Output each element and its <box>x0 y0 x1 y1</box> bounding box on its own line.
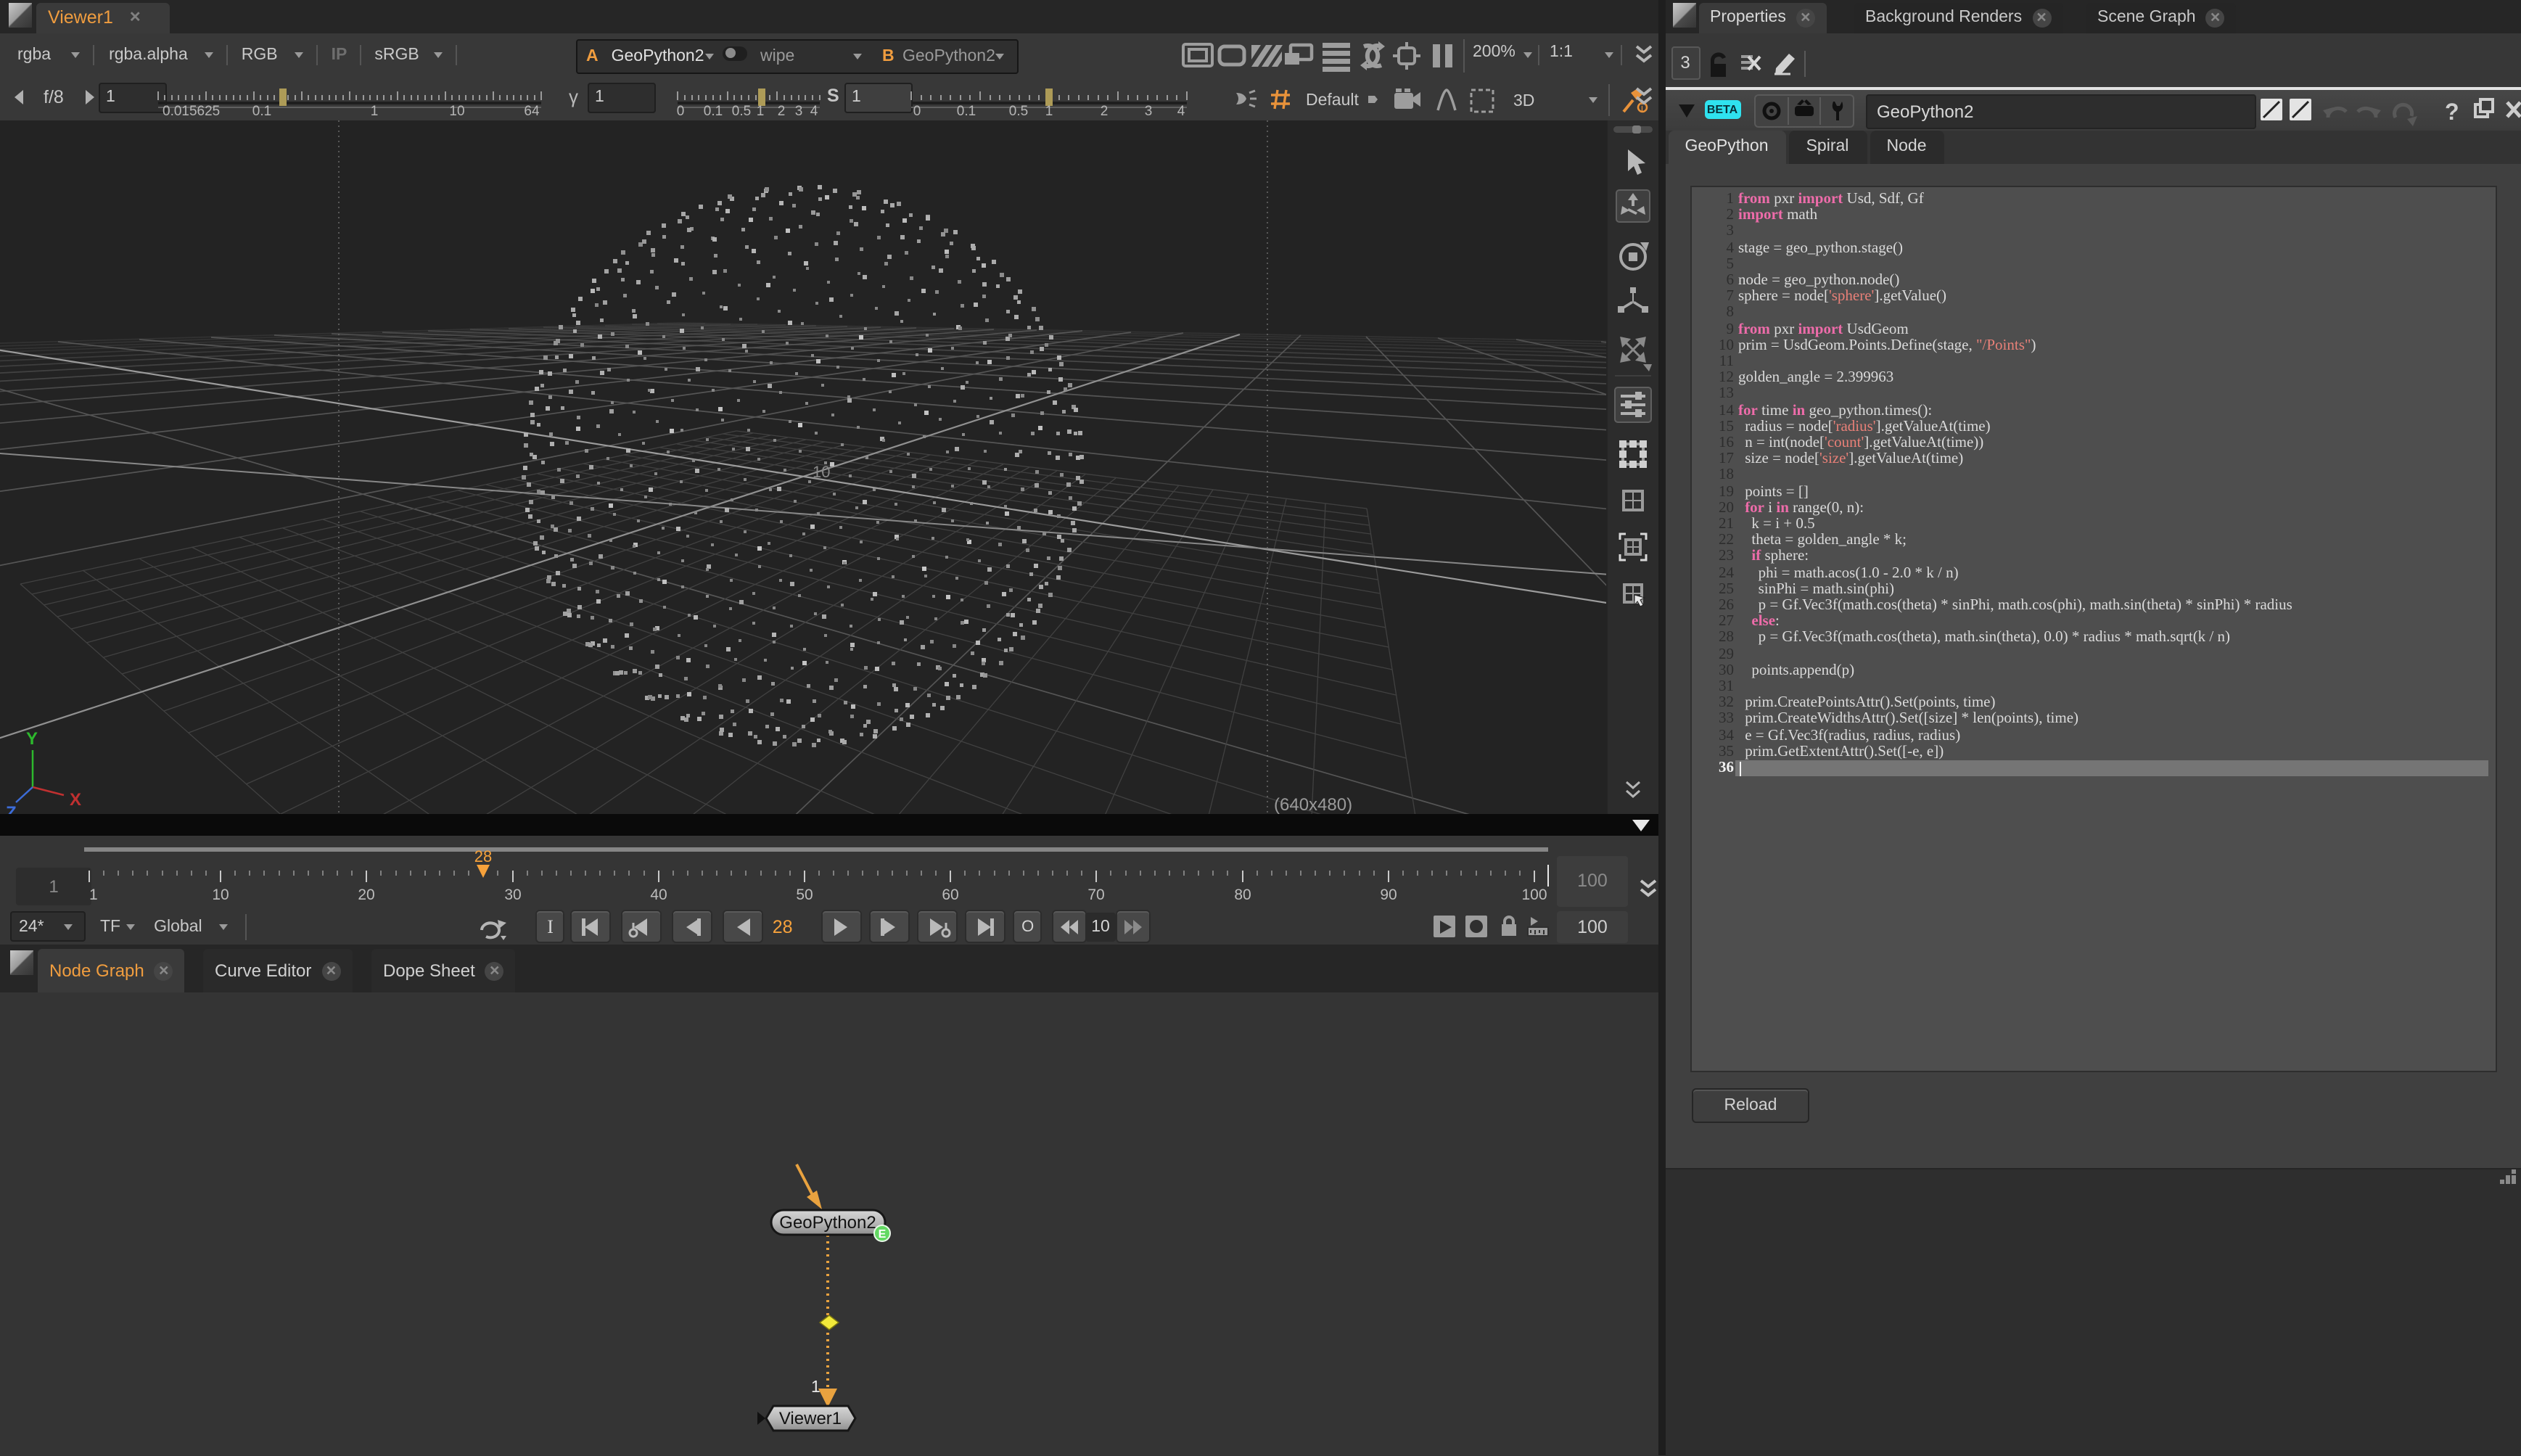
svg-text:Y: Y <box>26 728 38 748</box>
svg-text:20: 20 <box>358 887 374 903</box>
svg-text:4: 4 <box>810 104 818 116</box>
svg-text:1: 1 <box>1045 104 1053 116</box>
svg-text:0: 0 <box>913 104 921 116</box>
svg-text:Default: Default <box>1306 90 1359 109</box>
svg-text:0: 0 <box>677 104 685 116</box>
svg-text:3D: 3D <box>1513 91 1534 110</box>
svg-text:4: 4 <box>1177 104 1185 116</box>
svg-text:?: ? <box>2444 99 2459 125</box>
svg-text:3: 3 <box>795 104 803 116</box>
svg-text:GeoPython2: GeoPython2 <box>779 1213 876 1233</box>
svg-text:64: 64 <box>524 104 540 116</box>
svg-text:0.5: 0.5 <box>1009 104 1028 116</box>
svg-text:3: 3 <box>1145 104 1153 116</box>
svg-text:Viewer1: Viewer1 <box>779 1409 842 1428</box>
svg-text:2: 2 <box>1101 104 1109 116</box>
svg-text:0.1: 0.1 <box>704 104 723 116</box>
svg-text:90: 90 <box>1380 887 1397 903</box>
svg-text:0.1: 0.1 <box>957 104 976 116</box>
svg-text:10: 10 <box>212 887 229 903</box>
svg-text:28: 28 <box>474 847 492 865</box>
svg-text:X: X <box>70 789 81 809</box>
svg-text:0.5: 0.5 <box>732 104 751 116</box>
svg-text:E: E <box>879 1228 887 1241</box>
svg-text:70: 70 <box>1087 887 1104 903</box>
svg-text:1: 1 <box>811 1377 821 1396</box>
svg-text:60: 60 <box>942 887 958 903</box>
svg-text:30: 30 <box>504 887 521 903</box>
svg-text:1: 1 <box>89 887 98 903</box>
svg-text:100: 100 <box>1521 887 1547 903</box>
svg-text:(640x480): (640x480) <box>1274 794 1352 814</box>
svg-text:0.1: 0.1 <box>252 104 271 116</box>
svg-text:0.015625: 0.015625 <box>163 104 220 116</box>
svg-text:80: 80 <box>1234 887 1251 903</box>
svg-text:1: 1 <box>371 104 379 116</box>
svg-text:10: 10 <box>813 462 830 480</box>
svg-text:40: 40 <box>650 887 667 903</box>
svg-text:2: 2 <box>778 104 786 116</box>
svg-text:Z: Z <box>6 802 17 814</box>
svg-text:10: 10 <box>449 104 464 116</box>
svg-text:1: 1 <box>757 104 765 116</box>
svg-text:50: 50 <box>796 887 813 903</box>
